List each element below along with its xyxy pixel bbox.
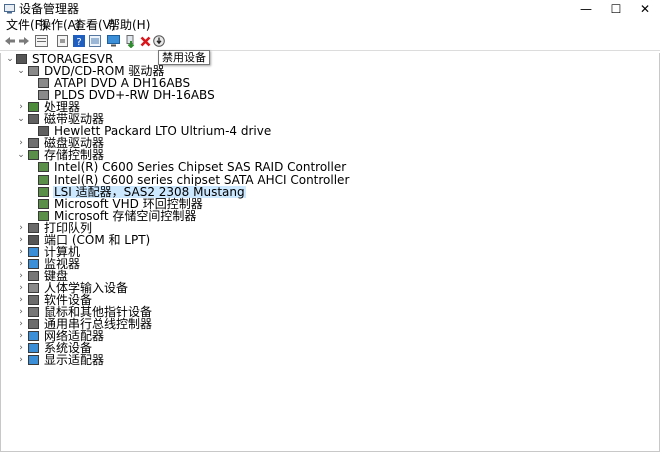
tree-item-label: Intel(R) C600 Series Chipset SAS RAID Co… bbox=[54, 160, 347, 175]
collapse-chevron-icon[interactable]: ⌄ bbox=[17, 113, 25, 125]
tree-category[interactable]: › 计算机 bbox=[1, 246, 651, 258]
tree-device[interactable]: Intel(R) C600 Series Chipset SAS RAID Co… bbox=[1, 161, 651, 173]
software-device-icon bbox=[28, 295, 39, 305]
expand-chevron-icon[interactable]: › bbox=[17, 330, 25, 342]
view-icon[interactable] bbox=[88, 34, 102, 48]
tree-category[interactable]: › 人体学输入设备 bbox=[1, 282, 651, 294]
expand-chevron-icon[interactable]: › bbox=[17, 342, 25, 354]
expand-chevron-icon[interactable]: › bbox=[17, 318, 25, 330]
tree-category[interactable]: › 网络适配器 bbox=[1, 330, 651, 342]
tree-item-label: Intel(R) C600 series chipset SATA AHCI C… bbox=[54, 172, 350, 187]
hid-icon bbox=[28, 282, 39, 293]
network-adapter-icon bbox=[28, 331, 39, 342]
back-icon[interactable] bbox=[3, 34, 17, 48]
port-icon bbox=[28, 234, 39, 245]
expand-chevron-icon[interactable]: › bbox=[17, 282, 25, 294]
close-button[interactable]: ✕ bbox=[630, 0, 660, 19]
menu-bar: 文件(F) 操作(A) 查看(V) 帮助(H) bbox=[0, 19, 660, 32]
computer-root-icon bbox=[16, 54, 27, 64]
tape-drive-icon bbox=[38, 126, 49, 137]
expand-chevron-icon[interactable]: › bbox=[17, 354, 25, 366]
minimize-button[interactable]: — bbox=[571, 0, 601, 19]
svg-text:?: ? bbox=[76, 37, 81, 47]
expand-chevron-icon[interactable]: › bbox=[17, 246, 25, 258]
tree-category[interactable]: › 端口 (COM 和 LPT) bbox=[1, 234, 651, 246]
computer-icon bbox=[28, 246, 39, 257]
collapse-chevron-icon[interactable]: ⌄ bbox=[17, 149, 25, 161]
expand-chevron-icon[interactable]: › bbox=[17, 234, 25, 246]
dvd-drive-icon bbox=[38, 90, 49, 101]
disable-device-icon[interactable] bbox=[152, 34, 166, 48]
expand-chevron-icon[interactable]: › bbox=[17, 270, 25, 282]
processor-icon bbox=[28, 102, 39, 113]
dvd-drive-icon bbox=[28, 66, 39, 77]
storage-controller-icon bbox=[38, 186, 49, 197]
expand-chevron-icon[interactable]: › bbox=[17, 294, 25, 306]
maximize-button[interactable]: ☐ bbox=[601, 0, 631, 19]
tree-device[interactable]: Microsoft 存储空间控制器 bbox=[1, 210, 651, 222]
tree-item-label: 显示适配器 bbox=[44, 353, 105, 368]
forward-icon[interactable] bbox=[17, 34, 31, 48]
tree-category[interactable]: › 监视器 bbox=[1, 258, 651, 270]
tree-device[interactable]: LSI 适配器，SAS2 2308 Mustang bbox=[1, 184, 651, 199]
storage-controller-icon bbox=[38, 174, 49, 185]
expand-chevron-icon[interactable]: › bbox=[17, 137, 25, 149]
window-title: 设备管理器 bbox=[19, 2, 80, 16]
dvd-drive-icon bbox=[38, 78, 49, 89]
device-tree[interactable]: ⌄ STORAGESVR ⌄ DVD/CD-ROM 驱动器 ATAPI DVD A DH… bbox=[0, 53, 660, 452]
tree-category[interactable]: › 显示适配器 bbox=[1, 354, 651, 366]
tree-item-label: 打印队列 bbox=[44, 220, 93, 235]
disk-drive-icon bbox=[28, 138, 39, 149]
mouse-icon bbox=[28, 307, 39, 318]
expand-chevron-icon[interactable]: › bbox=[17, 101, 25, 113]
monitor-icon bbox=[28, 258, 39, 269]
collapse-chevron-icon[interactable]: ⌄ bbox=[6, 53, 14, 65]
display-adapter-icon bbox=[28, 355, 39, 366]
collapse-chevron-icon[interactable]: ⌄ bbox=[17, 65, 25, 77]
storage-controller-icon bbox=[38, 198, 49, 209]
tree-device[interactable]: Intel(R) C600 series chipset SATA AHCI C… bbox=[1, 174, 651, 186]
tree-item-label: Microsoft 存储空间控制器 bbox=[54, 208, 197, 223]
tree-item-label: 端口 (COM 和 LPT) bbox=[44, 232, 151, 247]
properties-icon[interactable] bbox=[34, 34, 48, 48]
monitor-icon[interactable] bbox=[106, 34, 120, 48]
keyboard-icon bbox=[28, 270, 39, 281]
toolbar: ? bbox=[0, 31, 660, 51]
system-device-icon bbox=[28, 343, 39, 354]
title-bar: 设备管理器 — ☐ ✕ bbox=[0, 0, 660, 19]
expand-chevron-icon[interactable]: › bbox=[17, 258, 25, 270]
tree-item-label: Microsoft VHD 环回控制器 bbox=[54, 196, 203, 211]
tree-category[interactable]: › 打印队列 bbox=[1, 222, 651, 234]
storage-controller-icon bbox=[28, 150, 39, 161]
expand-chevron-icon[interactable]: › bbox=[17, 306, 25, 318]
storage-controller-icon bbox=[38, 210, 49, 221]
device-manager-icon bbox=[4, 4, 15, 14]
usb-icon bbox=[28, 319, 39, 330]
printer-icon bbox=[28, 222, 39, 233]
update-driver-icon[interactable] bbox=[124, 34, 138, 48]
tree-item-label: LSI 适配器，SAS2 2308 Mustang bbox=[53, 184, 246, 199]
tree-device[interactable]: PLDS DVD+-RW DH-16ABS bbox=[1, 89, 651, 101]
help-page-icon[interactable] bbox=[55, 34, 69, 48]
help-icon[interactable]: ? bbox=[72, 34, 86, 48]
tree-item-label: 计算机 bbox=[44, 244, 81, 259]
storage-controller-icon bbox=[38, 162, 49, 173]
tree-device[interactable]: Microsoft VHD 环回控制器 bbox=[1, 198, 651, 210]
uninstall-icon[interactable] bbox=[138, 34, 152, 48]
expand-chevron-icon[interactable]: › bbox=[17, 222, 25, 234]
tape-drive-icon bbox=[28, 114, 39, 125]
